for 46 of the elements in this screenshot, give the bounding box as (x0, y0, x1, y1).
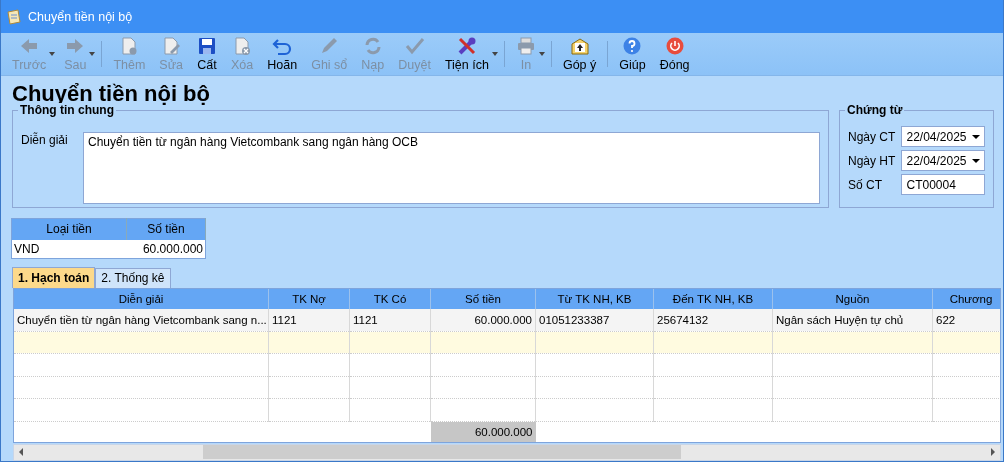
column-header: Loại tiền (11, 218, 127, 240)
column-header: Số tiền (126, 218, 206, 240)
column-header: Nguồn (772, 288, 933, 309)
dropdown-caret-icon[interactable] (972, 134, 980, 139)
checkmark-icon (404, 35, 425, 56)
table-cell: VND (11, 239, 127, 259)
input-field[interactable]: CT00004 (901, 174, 985, 196)
description-field[interactable]: Chuyển tiền từ ngân hàng Vietcombank sang ngân hàng OCB (83, 131, 820, 204)
horizontal-scrollbar[interactable] (13, 443, 1001, 461)
app-icon (6, 8, 22, 25)
column-header: Diễn giải (14, 288, 269, 309)
toolbar-button[interactable]: Cất (190, 35, 225, 72)
field-label: Ngày CT (848, 129, 897, 144)
column-header: Số tiền (430, 288, 536, 309)
group-title: Thông tin chung (18, 102, 116, 117)
help-icon (622, 35, 643, 56)
group-title: Chứng từ (845, 102, 905, 117)
tab[interactable]: 1. Hạch toán (12, 266, 96, 288)
toolbar-button[interactable]: Tiện ích (437, 35, 496, 72)
column-header: Từ TK NH, KB (535, 288, 654, 309)
document-delete-icon (232, 35, 253, 56)
date-picker[interactable]: 22/04/2025 (901, 126, 985, 148)
printer-icon (515, 35, 536, 56)
window-title: Chuyển tiền nội bộ (28, 9, 133, 24)
toolbar-button[interactable]: Hoãn (260, 35, 305, 72)
date-picker[interactable]: 22/04/2025 (901, 150, 985, 172)
field-label: Số CT (848, 177, 883, 192)
pencil-icon (319, 35, 340, 56)
column-header: Đến TK NH, KB (653, 288, 773, 309)
toolbar-button[interactable]: Giúp (612, 35, 653, 72)
document-edit-icon (161, 35, 182, 56)
wrench-screwdriver-icon (456, 35, 477, 56)
column-header: TK Có (349, 288, 431, 309)
toolbar-button[interactable]: Góp ý (555, 35, 604, 72)
field-label: Ngày HT (848, 153, 897, 168)
field-label: Diễn giải (21, 131, 69, 149)
table-cell: 60.000.000 (126, 239, 206, 259)
column-header: TK Nợ (268, 288, 350, 309)
total-cell: 60.000.000 (430, 421, 536, 442)
table-cell: Ngân sách Huyện tự chủ (772, 308, 933, 332)
column-header: Chương (932, 288, 1000, 309)
table-cell: Chuyển tiền từ ngân hàng Vietcombank sang n... (14, 308, 269, 332)
dropdown-caret-icon[interactable] (972, 158, 980, 163)
power-icon (664, 35, 685, 56)
toolbar-button[interactable]: Đóng (652, 35, 697, 72)
tab[interactable]: 2. Thống kê (95, 267, 171, 288)
